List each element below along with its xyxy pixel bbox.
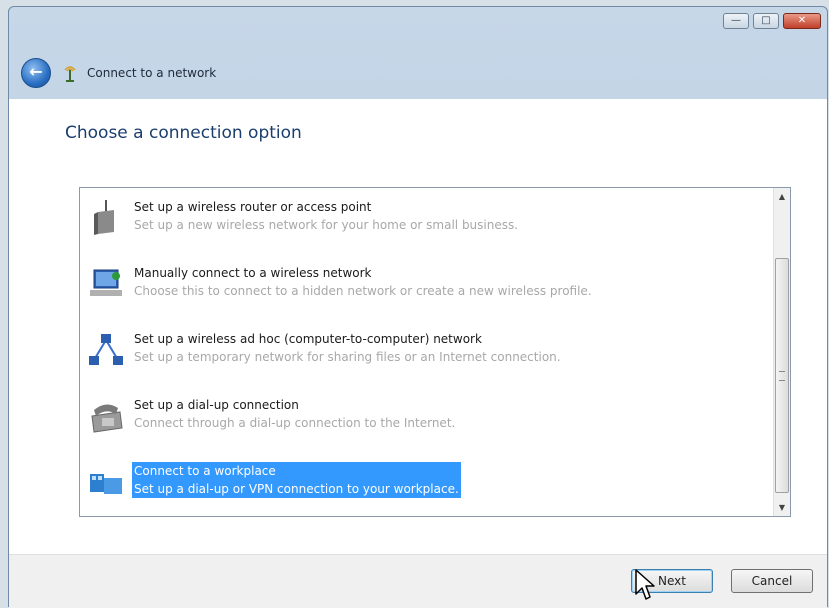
option-text: Set up a wireless ad hoc (computer-to-co… [134,330,561,366]
option-manual-wireless[interactable]: Manually connect to a wireless network C… [84,256,774,304]
content-area: Choose a connection option Set up a wire… [9,99,827,554]
caption-buttons: — □ ✕ [723,13,821,29]
option-title: Set up a wireless ad hoc (computer-to-co… [134,332,482,346]
option-text: Manually connect to a wireless network C… [134,264,592,300]
scrollbar-grip-icon [779,371,785,381]
back-arrow-icon: ← [29,62,43,81]
option-description: Choose this to connect to a hidden netwo… [134,284,592,298]
scrollbar-thumb[interactable] [775,258,789,493]
scroll-down-icon[interactable]: ▼ [774,499,790,516]
dialog-window: — □ ✕ ← Connect to a network Choose a co… [8,6,828,608]
workplace-vpn-icon [86,462,126,500]
option-text: Connect to a workplace Set up a dial-up … [132,462,461,498]
option-wireless-router[interactable]: Set up a wireless router or access point… [84,190,774,238]
option-description: Set up a new wireless network for your h… [134,218,519,232]
ad-hoc-network-icon [86,330,126,368]
minimize-button[interactable]: — [723,13,749,29]
option-title: Connect to a workplace [134,464,276,478]
cancel-button[interactable]: Cancel [731,569,813,593]
mouse-pointer-icon [635,569,655,600]
dial-up-phone-icon [86,396,126,434]
scroll-up-icon[interactable]: ▲ [774,188,790,205]
close-icon: ✕ [797,15,807,26]
page-heading: Choose a connection option [65,123,302,143]
option-title: Manually connect to a wireless network [134,266,372,280]
close-button[interactable]: ✕ [783,13,821,29]
wireless-network-icon [86,264,126,302]
option-description: Set up a temporary network for sharing f… [134,350,561,364]
option-workplace[interactable]: Connect to a workplace Set up a dial-up … [84,454,774,502]
back-button[interactable]: ← [21,58,51,88]
option-title: Set up a wireless router or access point [134,200,372,214]
minimize-icon: — [731,15,741,26]
wireless-router-icon [86,198,126,236]
option-title: Set up a dial-up connection [134,398,299,412]
header-bar: ← Connect to a network [9,47,827,99]
option-text: Set up a wireless router or access point… [134,198,518,234]
vertical-scrollbar[interactable]: ▲ ▼ [773,188,790,516]
maximize-button[interactable]: □ [753,13,779,29]
option-description: Set up a dial-up or VPN connection to yo… [134,482,459,496]
maximize-icon: □ [761,15,771,26]
footer-bar: Next Cancel [9,554,827,608]
network-icon [61,64,79,82]
option-dial-up[interactable]: Set up a dial-up connection Connect thro… [84,388,774,436]
option-text: Set up a dial-up connection Connect thro… [134,396,455,432]
connection-options-list[interactable]: Set up a wireless router or access point… [79,187,791,517]
option-description: Connect through a dial-up connection to … [134,416,456,430]
window-title: Connect to a network [87,66,217,80]
option-ad-hoc[interactable]: Set up a wireless ad hoc (computer-to-co… [84,322,774,370]
